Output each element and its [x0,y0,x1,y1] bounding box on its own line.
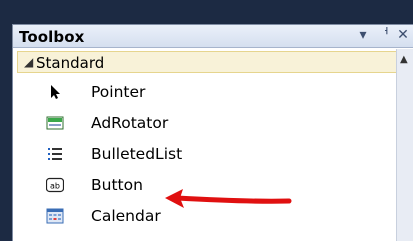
pointer-icon [51,85,60,99]
scroll-up-icon[interactable]: ▲ [400,54,408,65]
dropdown-icon[interactable]: ▾ [356,27,370,43]
item-label: AdRotator [91,114,169,132]
toolbox-title-bar[interactable]: Toolbox ▾ ᅥ ✕ [13,25,413,48]
bulletedlist-icon [48,148,62,160]
pin-icon[interactable]: ᅥ [376,27,390,43]
section-standard[interactable]: ◢ Standard [17,51,399,73]
item-label: Button [91,176,143,194]
vertical-scrollbar[interactable]: ▲ [396,49,413,241]
item-label: Pointer [91,83,146,101]
adrotator-icon [46,116,64,130]
item-label: Calendar [91,207,161,225]
toolbox-item-bulletedlist[interactable]: BulletedList [13,139,397,170]
item-label: BulletedList [91,145,183,163]
button-icon: ab [46,177,64,193]
red-arrow-annotation-icon [165,189,292,208]
section-label: Standard [36,54,105,72]
svg-text:ab: ab [50,182,60,191]
toolbox-title: Toolbox [19,28,85,46]
toolbox-item-pointer[interactable]: Pointer [13,77,397,108]
title-controls: ▾ ᅥ ✕ [356,27,410,43]
close-icon[interactable]: ✕ [396,27,410,43]
calendar-icon [46,208,64,224]
collapse-caret-icon[interactable]: ◢ [24,55,33,69]
toolbox-item-adrotator[interactable]: AdRotator [13,108,397,139]
